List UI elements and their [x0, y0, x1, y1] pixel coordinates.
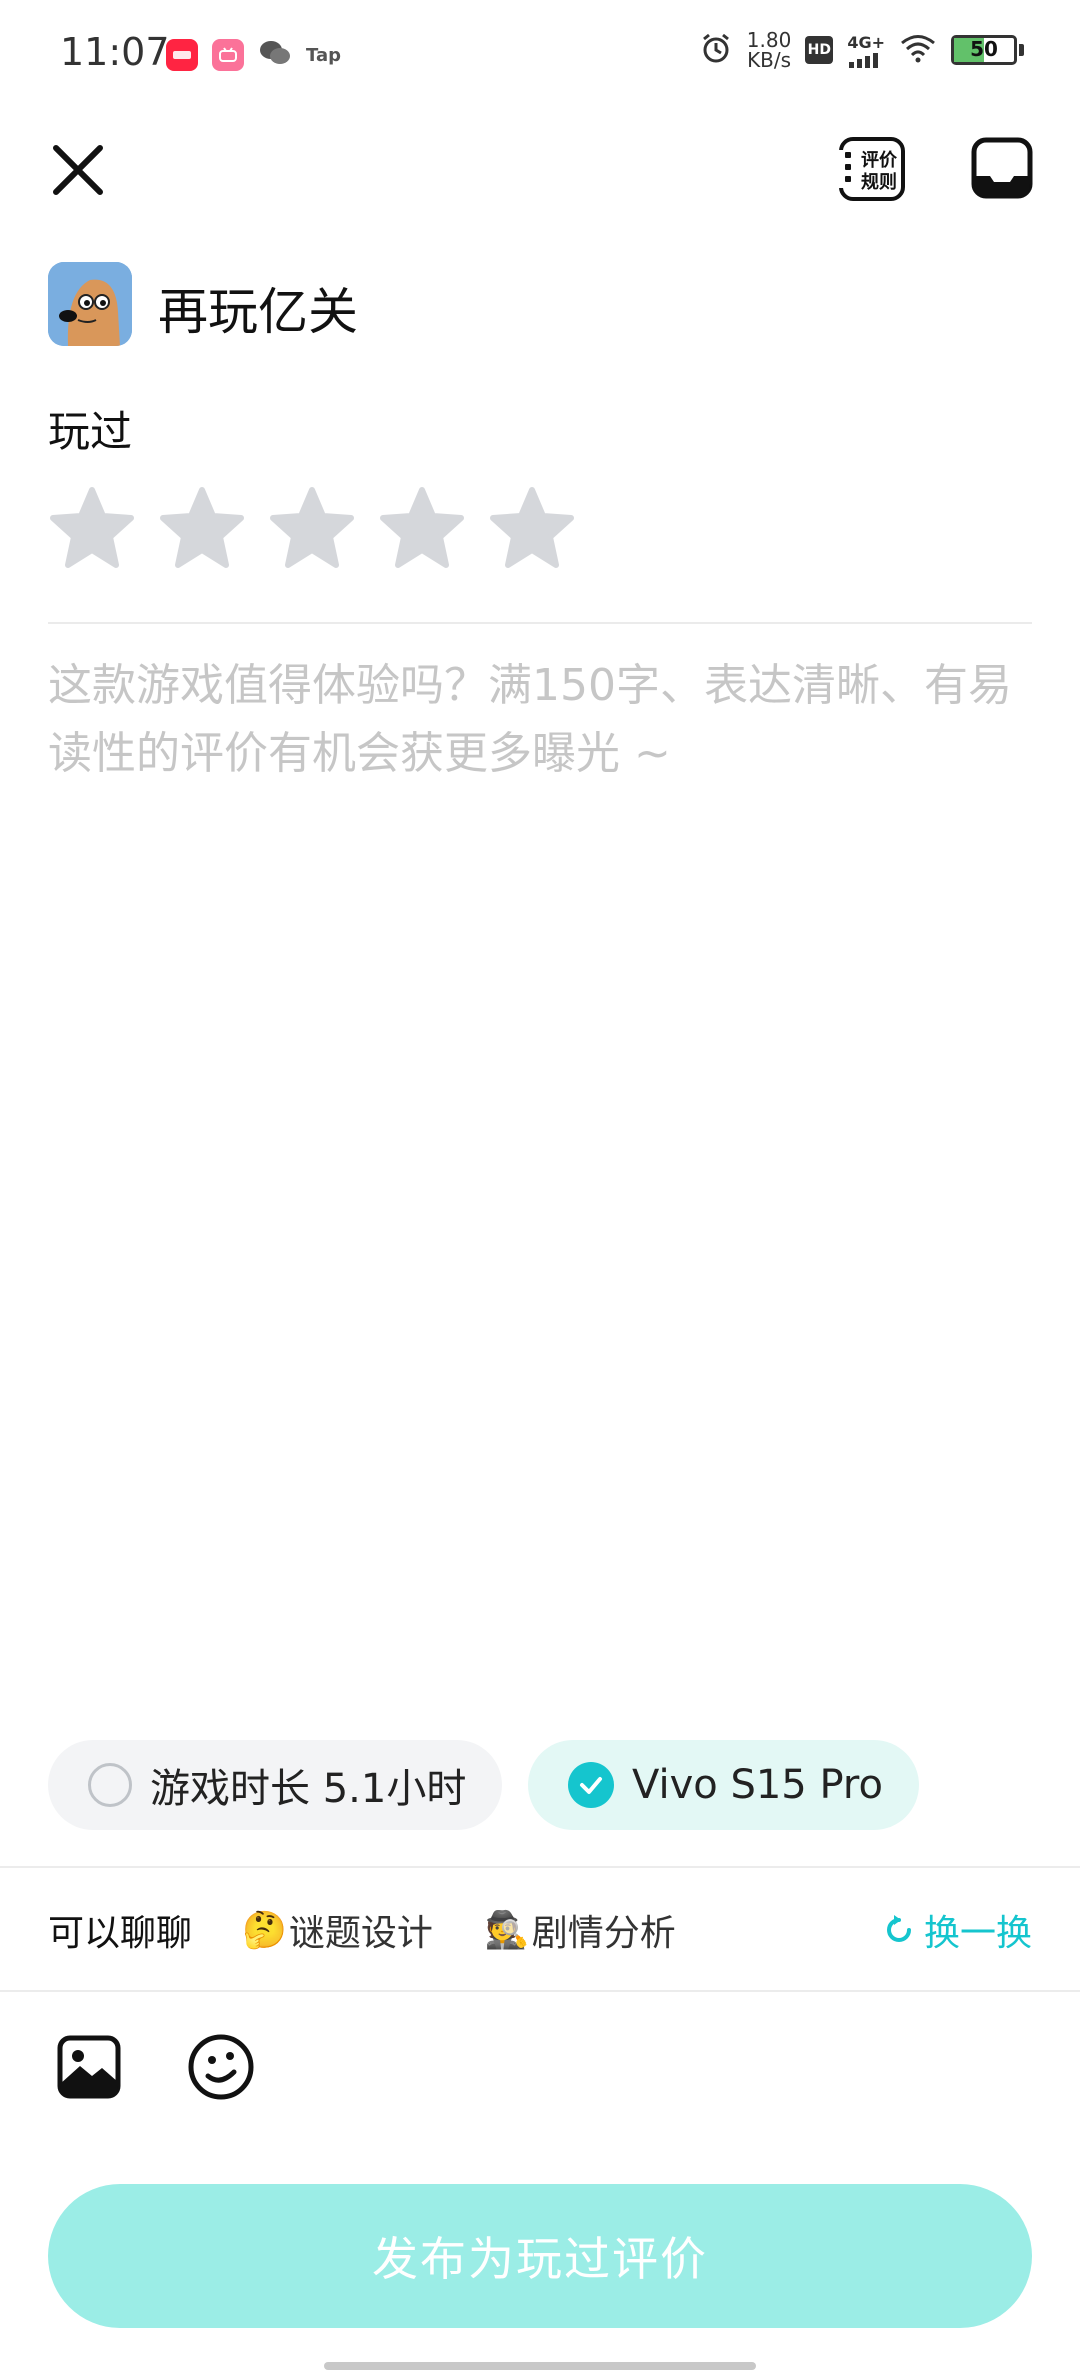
rating-label: 玩过 [48, 407, 133, 456]
publish-review-button[interactable]: 发布为玩过评价 [48, 2184, 1032, 2328]
tap-app-icon: Tap [306, 44, 341, 66]
star-5-icon[interactable] [488, 484, 576, 572]
unchecked-radio-icon [88, 1763, 132, 1807]
chat-icon [971, 137, 1033, 199]
battery-tip [1019, 44, 1024, 56]
review-input[interactable] [48, 652, 1032, 1702]
bilibili-app-icon [212, 39, 244, 71]
divider [0, 1990, 1080, 1992]
image-icon [57, 2035, 121, 2099]
review-rules-icon: 评价 规则 [838, 137, 905, 201]
playtime-label: 游戏时长 5.1小时 [150, 1766, 467, 1812]
status-app-icons: Tap [166, 38, 341, 72]
close-icon [53, 145, 103, 195]
detective-icon: 🕵 [484, 1910, 530, 1951]
add-emoji-button[interactable] [186, 2032, 256, 2102]
topic-suggestions: 可以聊聊 🤔 谜题设计 🕵 剧情分析 换一换 [48, 1900, 1032, 1960]
star-1-icon[interactable] [48, 484, 136, 572]
emoji-icon [188, 2034, 254, 2100]
checkmark-icon [568, 1762, 614, 1808]
review-rules-button[interactable]: 评价 规则 [838, 136, 906, 202]
game-mascot-icon [48, 262, 132, 346]
status-time: 11:07 [60, 30, 170, 74]
thinking-face-icon: 🤔 [242, 1910, 287, 1951]
game-icon [48, 262, 132, 346]
home-indicator[interactable] [324, 2362, 756, 2370]
topic-prompt: 可以聊聊 [48, 1913, 193, 1954]
refresh-label: 换一换 [923, 1913, 1032, 1954]
cellular-signal-icon: 4G+ [847, 33, 885, 68]
divider [0, 1866, 1080, 1868]
hd-icon: HD [805, 36, 834, 64]
star-rating [48, 484, 576, 572]
refresh-icon [887, 1915, 911, 1942]
star-2-icon[interactable] [158, 484, 246, 572]
battery-icon: 50 [951, 35, 1017, 65]
status-right: 1.80 KB/s HD 4G+ 50 [699, 30, 1024, 70]
battery-indicator: 50 [951, 35, 1024, 65]
wechat-app-icon [258, 38, 292, 72]
star-4-icon[interactable] [378, 484, 466, 572]
topic-tag-puzzle-design[interactable]: 🤔 谜题设计 [242, 1904, 433, 1956]
playtime-chip[interactable]: 游戏时长 5.1小时 [48, 1740, 503, 1830]
refresh-topics-button[interactable]: 换一换 [882, 1904, 1032, 1956]
star-3-icon[interactable] [268, 484, 356, 572]
add-image-button[interactable] [56, 2034, 122, 2100]
device-label: Vivo S15 Pro [632, 1762, 883, 1808]
rules-label-line1: 评价 [861, 150, 898, 171]
game-title: 再玩亿关 [158, 283, 358, 341]
chat-button[interactable] [970, 136, 1034, 200]
rules-label-line2: 规则 [861, 171, 897, 193]
network-speed: 1.80 KB/s [746, 28, 792, 72]
divider [48, 622, 1032, 624]
alarm-icon [699, 31, 733, 69]
xiaohongshu-app-icon [166, 39, 198, 71]
device-chip[interactable]: Vivo S15 Pro [528, 1740, 919, 1830]
wifi-icon [899, 33, 937, 67]
topic-tag-label: 剧情分析 [531, 1913, 676, 1954]
topic-tag-story-analysis[interactable]: 🕵 剧情分析 [485, 1904, 676, 1956]
topic-tag-label: 谜题设计 [288, 1913, 433, 1954]
close-button[interactable] [46, 138, 110, 202]
